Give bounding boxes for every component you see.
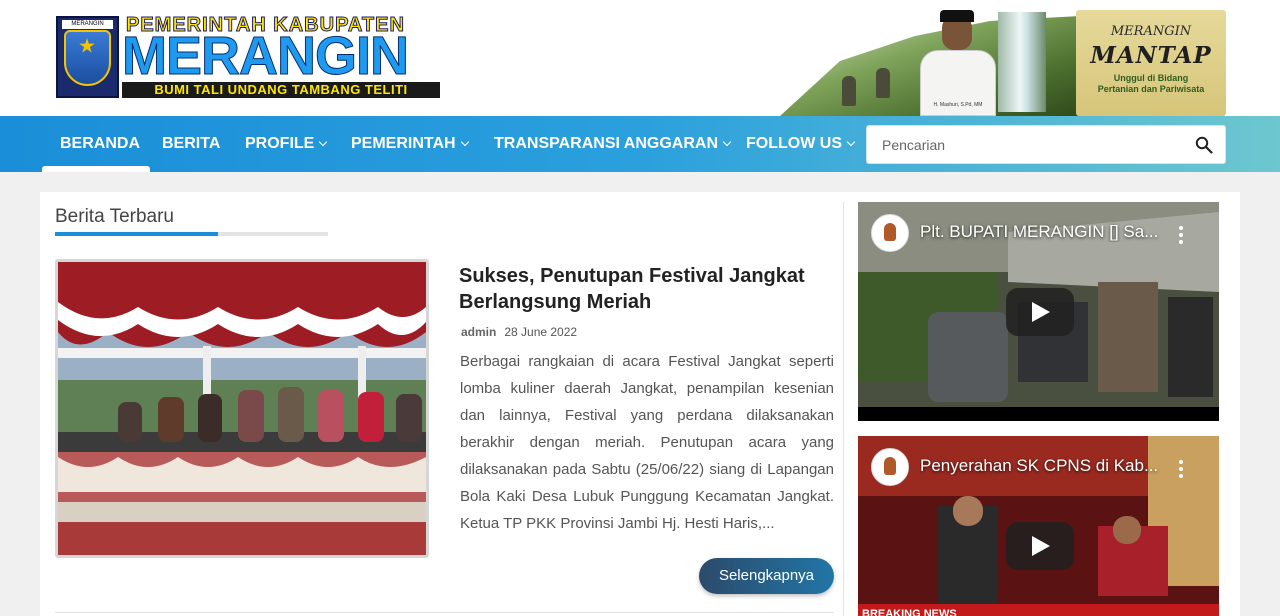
- nav-active-indicator: [42, 166, 150, 172]
- logo-tagline: BUMI TALI UNDANG TAMBANG TELITI: [122, 82, 440, 98]
- article-excerpt: Berbagai rangkaian di acara Festival Jan…: [460, 353, 834, 532]
- nav-item-profile[interactable]: PROFILE: [245, 116, 328, 172]
- more-vert-icon[interactable]: [1179, 226, 1183, 244]
- article-meta: admin 28 June 2022: [461, 325, 577, 339]
- slogan-line-4: Pertanian dan Pariwisata: [1097, 84, 1205, 94]
- emblem-shield: [64, 30, 111, 86]
- channel-avatar[interactable]: [871, 448, 909, 486]
- article-photo: [58, 262, 426, 555]
- play-icon[interactable]: [1006, 288, 1074, 336]
- section-title-underline: [55, 232, 328, 236]
- article-author[interactable]: admin: [461, 325, 496, 339]
- nav-item-follow-us[interactable]: FOLLOW US: [746, 116, 856, 172]
- regency-emblem-icon: MERANGIN: [56, 16, 119, 98]
- column-divider: [843, 202, 844, 616]
- site-header: MERANGIN PEMERINTAH KABUPATEN MERANGIN B…: [0, 0, 1280, 116]
- site-logo[interactable]: MERANGIN PEMERINTAH KABUPATEN MERANGIN B…: [56, 14, 442, 100]
- article-separator: [55, 612, 834, 613]
- emblem-label: MERANGIN: [62, 20, 113, 29]
- logo-title: MERANGIN: [122, 26, 410, 86]
- nav-item-transparansi-anggaran[interactable]: TRANSPARANSI ANGGARAN: [494, 116, 732, 172]
- underline-accent: [55, 232, 218, 236]
- article-date: 28 June 2022: [504, 325, 578, 339]
- nav-label: BERITA: [162, 135, 221, 152]
- nav-label: TRANSPARANSI ANGGARAN: [494, 135, 718, 152]
- banner-waterfall: [998, 12, 1046, 112]
- play-icon[interactable]: [1006, 522, 1074, 570]
- article-title[interactable]: Sukses, Penutupan Festival Jangkat Berla…: [459, 263, 831, 315]
- read-more-button[interactable]: Selengkapnya: [699, 558, 834, 594]
- search-box: [866, 125, 1226, 164]
- video-embed-1[interactable]: Plt. BUPATI MERANGIN [] Sa...: [858, 202, 1219, 421]
- channel-avatar[interactable]: [871, 214, 909, 252]
- nav-item-berita[interactable]: BERITA: [162, 116, 220, 172]
- chevron-down-icon: [722, 137, 732, 147]
- section-title: Berita Terbaru: [55, 206, 174, 227]
- banner-farmer-figure: [842, 76, 856, 106]
- nav-item-pemerintah[interactable]: PEMERINTAH: [351, 116, 469, 172]
- chevron-down-icon: [319, 137, 328, 147]
- more-vert-icon[interactable]: [1179, 460, 1183, 478]
- nav-label: BERANDA: [60, 135, 140, 152]
- nav-item-beranda[interactable]: BERANDA: [60, 116, 140, 172]
- nav-label: PEMERINTAH: [351, 135, 456, 152]
- video-title[interactable]: Plt. BUPATI MERANGIN [] Sa...: [920, 222, 1180, 242]
- banner-slogan-sign: MERANGIN MANTAP Unggul di Bidang Pertani…: [1076, 10, 1226, 116]
- breaking-news-overlay: BREAKING NEWS: [858, 604, 1219, 616]
- slogan-line-3: Unggul di Bidang: [1113, 73, 1189, 83]
- chevron-down-icon: [460, 137, 469, 147]
- video-title[interactable]: Penyerahan SK CPNS di Kab...: [920, 456, 1180, 476]
- search-input[interactable]: [867, 126, 1187, 163]
- portrait-cap: [940, 10, 974, 22]
- nav-label: PROFILE: [245, 135, 315, 152]
- portrait-caption: H. Mashuri, S.Pd, MM: [933, 102, 983, 108]
- slogan-line-2: MANTAP: [1090, 42, 1212, 69]
- banner-official-portrait: H. Mashuri, S.Pd, MM: [916, 10, 1000, 116]
- article-image[interactable]: [55, 259, 429, 558]
- banner-farmer-figure: [876, 68, 890, 98]
- video-embed-2[interactable]: Penyerahan SK CPNS di Kab... BREAKING NE…: [858, 436, 1219, 616]
- slogan-line-1: MERANGIN: [1110, 24, 1192, 39]
- search-icon[interactable]: [1195, 136, 1213, 154]
- chevron-down-icon: [846, 137, 856, 147]
- header-banner: H. Mashuri, S.Pd, MM MERANGIN MANTAP Ung…: [780, 10, 1226, 116]
- nav-label: FOLLOW US: [746, 135, 842, 152]
